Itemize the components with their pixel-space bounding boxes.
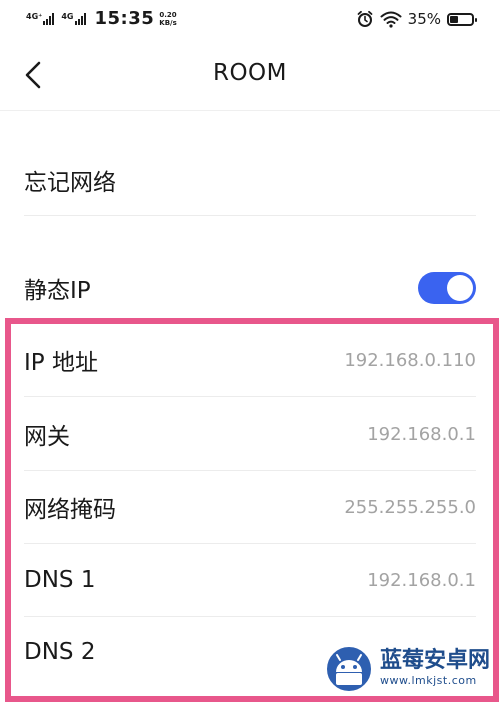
- status-bar: 4G⁺ 4G 15:35 0.20 KB/s 35%: [0, 0, 500, 40]
- divider: [24, 543, 476, 544]
- static-ip-label: 静态IP: [24, 278, 91, 304]
- watermark-url: www.lmkjst.com: [379, 673, 477, 687]
- wifi-icon: [380, 11, 402, 28]
- watermark: 蓝莓安卓网 www.lmkjst.com: [322, 640, 490, 694]
- dns1-label: DNS 1: [24, 567, 96, 593]
- network-type-label: 4G: [61, 12, 74, 21]
- divider: [24, 396, 476, 397]
- network-speed: 0.20 KB/s: [159, 11, 176, 27]
- alarm-clock-icon: [357, 10, 373, 27]
- network-indicator-2: 4G: [61, 13, 86, 25]
- divider: [24, 215, 476, 216]
- divider: [24, 470, 476, 471]
- signal-bars-icon: [74, 13, 87, 25]
- dns2-label: DNS 2: [24, 639, 96, 665]
- clock: 15:35: [94, 8, 155, 29]
- gateway-value: 192.168.0.1: [367, 423, 476, 445]
- forget-network-label: 忘记网络: [24, 170, 116, 196]
- netmask-item[interactable]: 网络掩码 255.255.255.0: [24, 477, 476, 537]
- battery-fill: [450, 15, 459, 23]
- signal-bars-icon: [43, 13, 55, 25]
- app-header: ROOM: [0, 40, 500, 111]
- dns1-value: 192.168.0.1: [367, 569, 476, 591]
- divider: [24, 616, 476, 617]
- static-ip-toggle[interactable]: [418, 272, 476, 304]
- ip-address-item[interactable]: IP 地址 192.168.0.110: [24, 330, 476, 390]
- toggle-knob: [447, 275, 473, 301]
- gateway-label: 网关: [24, 424, 70, 450]
- static-ip-item: 静态IP: [24, 258, 476, 318]
- status-bar-right: 35%: [356, 10, 477, 28]
- ip-address-label: IP 地址: [24, 350, 98, 376]
- netmask-value: 255.255.255.0: [344, 496, 476, 518]
- ip-address-value: 192.168.0.110: [344, 349, 476, 371]
- network-indicator-1: 4G⁺: [26, 13, 55, 25]
- network-type-label: 4G⁺: [26, 12, 43, 21]
- dns1-item[interactable]: DNS 1 192.168.0.1: [24, 550, 476, 610]
- battery-percent: 35%: [407, 10, 441, 28]
- gateway-item[interactable]: 网关 192.168.0.1: [24, 404, 476, 464]
- page-title: ROOM: [212, 60, 288, 86]
- watermark-name: 蓝莓安卓网: [379, 647, 490, 673]
- watermark-text: 蓝莓安卓网 www.lmkjst.com: [380, 648, 490, 687]
- network-speed-unit: KB/s: [159, 19, 177, 27]
- forget-network-item[interactable]: 忘记网络: [24, 150, 476, 210]
- status-bar-left: 4G⁺ 4G 15:35 0.20 KB/s: [26, 9, 177, 29]
- battery-icon: [447, 12, 477, 26]
- netmask-label: 网络掩码: [24, 497, 116, 523]
- network-speed-value: 0.20: [159, 11, 177, 19]
- android-robot-icon: [324, 645, 373, 693]
